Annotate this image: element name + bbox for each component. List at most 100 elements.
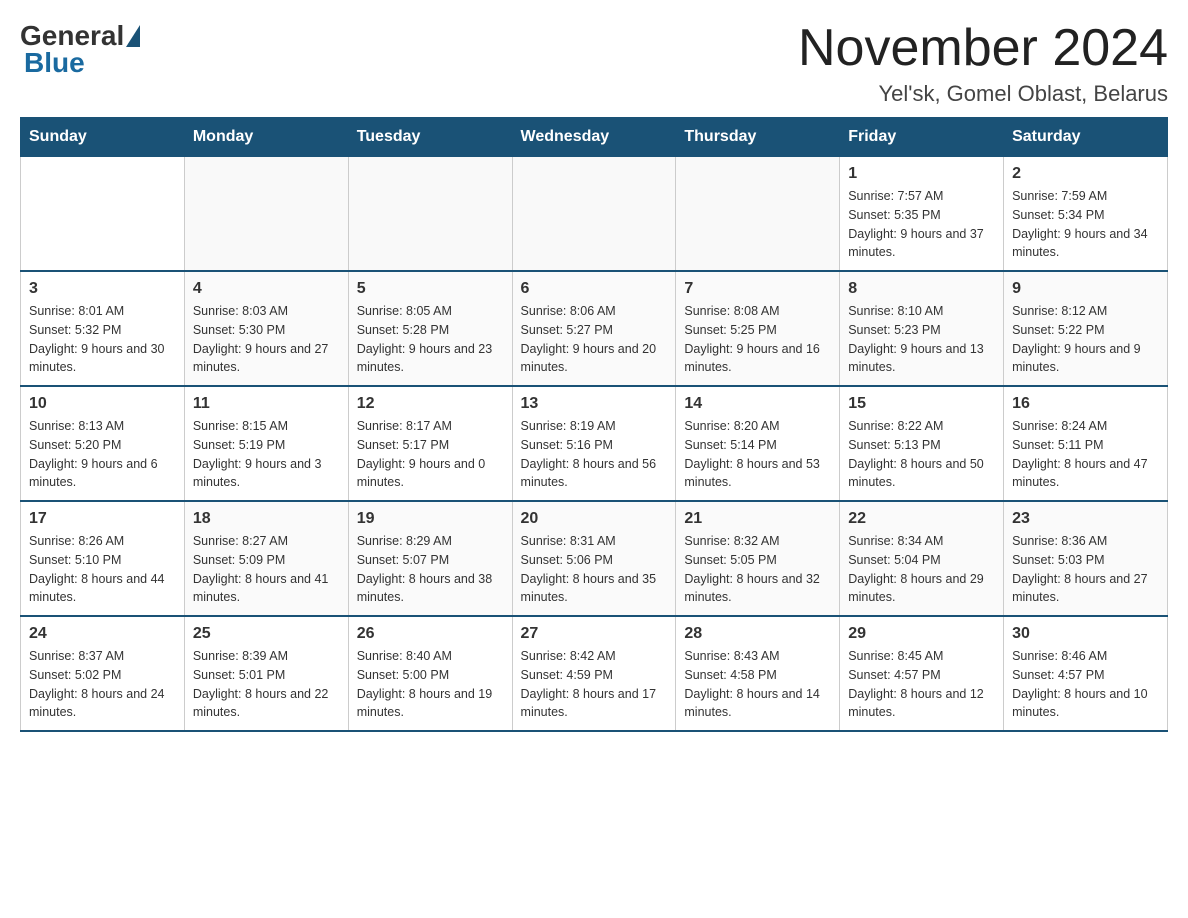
day-number: 12 bbox=[357, 395, 504, 413]
day-number: 28 bbox=[684, 625, 831, 643]
day-info: Sunrise: 8:45 AM Sunset: 4:57 PM Dayligh… bbox=[848, 647, 995, 722]
logo-blue: Blue bbox=[20, 47, 85, 79]
day-number: 11 bbox=[193, 395, 340, 413]
day-info: Sunrise: 8:40 AM Sunset: 5:00 PM Dayligh… bbox=[357, 647, 504, 722]
day-info: Sunrise: 7:57 AM Sunset: 5:35 PM Dayligh… bbox=[848, 187, 995, 262]
day-number: 8 bbox=[848, 280, 995, 298]
calendar-day-cell: 18 Sunrise: 8:27 AM Sunset: 5:09 PM Dayli… bbox=[184, 501, 348, 616]
day-info: Sunrise: 8:37 AM Sunset: 5:02 PM Dayligh… bbox=[29, 647, 176, 722]
calendar-day-cell: 16 Sunrise: 8:24 AM Sunset: 5:11 PM Dayli… bbox=[1004, 386, 1168, 501]
day-info: Sunrise: 8:10 AM Sunset: 5:23 PM Dayligh… bbox=[848, 302, 995, 377]
header-friday: Friday bbox=[840, 118, 1004, 157]
header-tuesday: Tuesday bbox=[348, 118, 512, 157]
calendar-day-cell: 9 Sunrise: 8:12 AM Sunset: 5:22 PM Daylig… bbox=[1004, 271, 1168, 386]
day-number: 13 bbox=[521, 395, 668, 413]
day-info: Sunrise: 8:13 AM Sunset: 5:20 PM Dayligh… bbox=[29, 417, 176, 492]
day-number: 18 bbox=[193, 510, 340, 528]
day-number: 24 bbox=[29, 625, 176, 643]
day-info: Sunrise: 8:12 AM Sunset: 5:22 PM Dayligh… bbox=[1012, 302, 1159, 377]
calendar-day-cell: 11 Sunrise: 8:15 AM Sunset: 5:19 PM Dayli… bbox=[184, 386, 348, 501]
header-wednesday: Wednesday bbox=[512, 118, 676, 157]
calendar-day-cell: 1 Sunrise: 7:57 AM Sunset: 5:35 PM Daylig… bbox=[840, 157, 1004, 272]
logo-triangle-icon bbox=[126, 25, 140, 47]
calendar-day-cell: 2Sunrise: 7:59 AM Sunset: 5:34 PM Daylig… bbox=[1004, 157, 1168, 272]
day-info: Sunrise: 8:08 AM Sunset: 5:25 PM Dayligh… bbox=[684, 302, 831, 377]
day-number: 6 bbox=[521, 280, 668, 298]
calendar-day-cell: 25 Sunrise: 8:39 AM Sunset: 5:01 PM Dayli… bbox=[184, 616, 348, 731]
calendar-day-cell: 10 Sunrise: 8:13 AM Sunset: 5:20 PM Dayli… bbox=[21, 386, 185, 501]
day-number: 29 bbox=[848, 625, 995, 643]
calendar-week-row: 1 Sunrise: 7:57 AM Sunset: 5:35 PM Daylig… bbox=[21, 157, 1168, 272]
calendar-day-cell: 17Sunrise: 8:26 AM Sunset: 5:10 PM Dayli… bbox=[21, 501, 185, 616]
day-number: 14 bbox=[684, 395, 831, 413]
header-sunday: Sunday bbox=[21, 118, 185, 157]
day-info: Sunrise: 8:29 AM Sunset: 5:07 PM Dayligh… bbox=[357, 532, 504, 607]
day-number: 16 bbox=[1012, 395, 1159, 413]
day-info: Sunrise: 8:20 AM Sunset: 5:14 PM Dayligh… bbox=[684, 417, 831, 492]
calendar-day-cell: 30Sunrise: 8:46 AM Sunset: 4:57 PM Dayli… bbox=[1004, 616, 1168, 731]
day-number: 9 bbox=[1012, 280, 1159, 298]
calendar-day-cell: 28Sunrise: 8:43 AM Sunset: 4:58 PM Dayli… bbox=[676, 616, 840, 731]
calendar-day-cell bbox=[512, 157, 676, 272]
calendar-week-row: 10 Sunrise: 8:13 AM Sunset: 5:20 PM Dayli… bbox=[21, 386, 1168, 501]
day-number: 4 bbox=[193, 280, 340, 298]
day-number: 5 bbox=[357, 280, 504, 298]
calendar-day-cell bbox=[21, 157, 185, 272]
day-info: Sunrise: 8:32 AM Sunset: 5:05 PM Dayligh… bbox=[684, 532, 831, 607]
day-number: 25 bbox=[193, 625, 340, 643]
day-info: Sunrise: 8:36 AM Sunset: 5:03 PM Dayligh… bbox=[1012, 532, 1159, 607]
day-info: Sunrise: 8:15 AM Sunset: 5:19 PM Dayligh… bbox=[193, 417, 340, 492]
calendar-day-cell: 23Sunrise: 8:36 AM Sunset: 5:03 PM Dayli… bbox=[1004, 501, 1168, 616]
day-info: Sunrise: 8:22 AM Sunset: 5:13 PM Dayligh… bbox=[848, 417, 995, 492]
day-info: Sunrise: 8:19 AM Sunset: 5:16 PM Dayligh… bbox=[521, 417, 668, 492]
day-info: Sunrise: 8:34 AM Sunset: 5:04 PM Dayligh… bbox=[848, 532, 995, 607]
day-info: Sunrise: 8:17 AM Sunset: 5:17 PM Dayligh… bbox=[357, 417, 504, 492]
calendar-day-cell: 6 Sunrise: 8:06 AM Sunset: 5:27 PM Daylig… bbox=[512, 271, 676, 386]
day-number: 20 bbox=[521, 510, 668, 528]
day-number: 19 bbox=[357, 510, 504, 528]
day-number: 2 bbox=[1012, 165, 1159, 183]
calendar-day-cell: 14 Sunrise: 8:20 AM Sunset: 5:14 PM Dayli… bbox=[676, 386, 840, 501]
calendar-day-cell: 27 Sunrise: 8:42 AM Sunset: 4:59 PM Dayli… bbox=[512, 616, 676, 731]
calendar-day-cell: 4 Sunrise: 8:03 AM Sunset: 5:30 PM Daylig… bbox=[184, 271, 348, 386]
location: Yel'sk, Gomel Oblast, Belarus bbox=[798, 81, 1168, 107]
calendar-day-cell: 8 Sunrise: 8:10 AM Sunset: 5:23 PM Daylig… bbox=[840, 271, 1004, 386]
calendar-day-cell: 3 Sunrise: 8:01 AM Sunset: 5:32 PM Daylig… bbox=[21, 271, 185, 386]
day-number: 7 bbox=[684, 280, 831, 298]
calendar-day-cell: 29 Sunrise: 8:45 AM Sunset: 4:57 PM Dayli… bbox=[840, 616, 1004, 731]
day-number: 17 bbox=[29, 510, 176, 528]
day-info: Sunrise: 8:42 AM Sunset: 4:59 PM Dayligh… bbox=[521, 647, 668, 722]
calendar-day-cell: 7 Sunrise: 8:08 AM Sunset: 5:25 PM Daylig… bbox=[676, 271, 840, 386]
calendar-day-cell: 21 Sunrise: 8:32 AM Sunset: 5:05 PM Dayli… bbox=[676, 501, 840, 616]
day-number: 15 bbox=[848, 395, 995, 413]
calendar-header-row: Sunday Monday Tuesday Wednesday Thursday… bbox=[21, 118, 1168, 157]
title-section: November 2024 Yel'sk, Gomel Oblast, Bela… bbox=[798, 20, 1168, 107]
calendar-day-cell: 24 Sunrise: 8:37 AM Sunset: 5:02 PM Dayli… bbox=[21, 616, 185, 731]
day-info: Sunrise: 8:24 AM Sunset: 5:11 PM Dayligh… bbox=[1012, 417, 1159, 492]
day-info: Sunrise: 8:06 AM Sunset: 5:27 PM Dayligh… bbox=[521, 302, 668, 377]
calendar-day-cell bbox=[184, 157, 348, 272]
day-info: Sunrise: 8:01 AM Sunset: 5:32 PM Dayligh… bbox=[29, 302, 176, 377]
header-thursday: Thursday bbox=[676, 118, 840, 157]
calendar-day-cell: 13 Sunrise: 8:19 AM Sunset: 5:16 PM Dayli… bbox=[512, 386, 676, 501]
day-number: 1 bbox=[848, 165, 995, 183]
calendar-day-cell: 26Sunrise: 8:40 AM Sunset: 5:00 PM Dayli… bbox=[348, 616, 512, 731]
day-number: 21 bbox=[684, 510, 831, 528]
calendar-day-cell: 5 Sunrise: 8:05 AM Sunset: 5:28 PM Daylig… bbox=[348, 271, 512, 386]
day-info: Sunrise: 8:39 AM Sunset: 5:01 PM Dayligh… bbox=[193, 647, 340, 722]
day-number: 3 bbox=[29, 280, 176, 298]
calendar-day-cell bbox=[676, 157, 840, 272]
day-number: 30 bbox=[1012, 625, 1159, 643]
calendar-week-row: 17Sunrise: 8:26 AM Sunset: 5:10 PM Dayli… bbox=[21, 501, 1168, 616]
calendar-day-cell: 15 Sunrise: 8:22 AM Sunset: 5:13 PM Dayli… bbox=[840, 386, 1004, 501]
day-info: Sunrise: 8:05 AM Sunset: 5:28 PM Dayligh… bbox=[357, 302, 504, 377]
header-monday: Monday bbox=[184, 118, 348, 157]
day-info: Sunrise: 8:27 AM Sunset: 5:09 PM Dayligh… bbox=[193, 532, 340, 607]
calendar-day-cell: 12 Sunrise: 8:17 AM Sunset: 5:17 PM Dayli… bbox=[348, 386, 512, 501]
day-number: 27 bbox=[521, 625, 668, 643]
calendar-day-cell: 19 Sunrise: 8:29 AM Sunset: 5:07 PM Dayli… bbox=[348, 501, 512, 616]
calendar-week-row: 3 Sunrise: 8:01 AM Sunset: 5:32 PM Daylig… bbox=[21, 271, 1168, 386]
calendar-day-cell: 20Sunrise: 8:31 AM Sunset: 5:06 PM Dayli… bbox=[512, 501, 676, 616]
day-info: Sunrise: 8:03 AM Sunset: 5:30 PM Dayligh… bbox=[193, 302, 340, 377]
day-number: 10 bbox=[29, 395, 176, 413]
